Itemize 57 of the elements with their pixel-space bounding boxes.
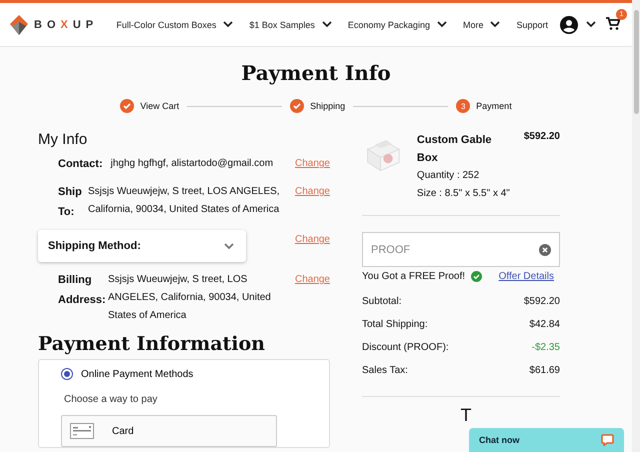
info-value: Ssjsjs Wueuwjejw, S treet, LOS ANGELES, California, 90034, United States of America bbox=[88, 185, 281, 217]
info-label: Billing Address: bbox=[58, 273, 107, 308]
scrollbar-thumb[interactable] bbox=[634, 10, 639, 114]
chevron-down-icon bbox=[223, 21, 234, 28]
user-icon bbox=[560, 16, 578, 34]
chat-bubble-icon bbox=[601, 434, 614, 446]
summary-label: Subtotal: bbox=[362, 296, 402, 307]
nav-menu-item[interactable]: Full-Color Custom Boxes bbox=[108, 20, 242, 30]
product-quantity: Quantity : 252 bbox=[416, 169, 480, 183]
summary-value: $61.69 bbox=[529, 365, 560, 376]
step-label: Payment bbox=[476, 101, 512, 111]
info-label: Contact: bbox=[58, 157, 103, 172]
chevron-down-icon bbox=[490, 21, 500, 28]
chevron-down-icon bbox=[224, 242, 234, 250]
summary-value: $592.20 bbox=[524, 296, 560, 307]
shipping-method-accordion[interactable]: Shipping Method: bbox=[38, 230, 246, 262]
info-label: Ship To: bbox=[58, 185, 83, 220]
info-value: jhghg hgfhgf, alistartodo@gmail.com bbox=[110, 157, 274, 171]
nav-menu-item[interactable]: Support bbox=[508, 20, 556, 30]
logo-text: UP bbox=[72, 18, 98, 30]
logo-text: BO bbox=[34, 18, 60, 30]
nav-menu-item[interactable]: Economy Packaging bbox=[340, 20, 455, 30]
section-heading: Payment Information bbox=[38, 333, 266, 355]
step-number: 3 bbox=[456, 99, 470, 113]
product-size: Size : 8.5" x 5.5" x 4" bbox=[416, 187, 510, 201]
page-title: Payment Info bbox=[240, 61, 392, 85]
summary-label: Total Shipping: bbox=[362, 319, 428, 330]
account-button[interactable] bbox=[560, 16, 596, 34]
product-name: Custom Gable Box bbox=[416, 133, 492, 166]
logo-icon bbox=[10, 14, 28, 34]
summary-value: $42.84 bbox=[529, 319, 560, 330]
card-icon bbox=[70, 423, 94, 439]
chevron-down-icon bbox=[436, 21, 447, 28]
offer-details-link[interactable]: Offer Details bbox=[498, 271, 554, 282]
radio-button[interactable] bbox=[61, 368, 73, 380]
check-circle-icon bbox=[471, 271, 482, 282]
clear-icon[interactable] bbox=[539, 244, 551, 256]
cart-icon bbox=[606, 16, 620, 30]
summary-label: Sales Tax: bbox=[362, 365, 408, 376]
summary-label: Discount (PROOF): bbox=[362, 342, 449, 353]
radio-option[interactable]: Online Payment Methods bbox=[61, 368, 194, 380]
logo-text: X bbox=[60, 18, 73, 30]
section-heading: My Info bbox=[38, 131, 88, 148]
step-label: Shipping bbox=[310, 101, 346, 111]
chevron-down-icon bbox=[586, 21, 596, 28]
payment-option[interactable]: Card bbox=[61, 415, 277, 447]
nav-menu-item[interactable]: More bbox=[454, 20, 508, 30]
chat-button[interactable]: Chat now bbox=[469, 428, 624, 452]
summary-value: -$2.35 bbox=[532, 342, 560, 353]
chevron-down-icon bbox=[322, 21, 332, 28]
step-label: View Cart bbox=[140, 101, 180, 111]
total-label: T bbox=[460, 405, 472, 425]
promo-message: You Got a FREE Proof! bbox=[362, 271, 466, 282]
nav-menu-item[interactable]: $1 Box Samples bbox=[241, 20, 340, 30]
product-price: $592.20 bbox=[524, 131, 560, 144]
info-value: Ssjsjs Wueuwjejw, S treet, LOS ANGELES, California, 90034, United States of America bbox=[108, 273, 272, 323]
payment-prompt: Choose a way to pay bbox=[64, 394, 158, 405]
